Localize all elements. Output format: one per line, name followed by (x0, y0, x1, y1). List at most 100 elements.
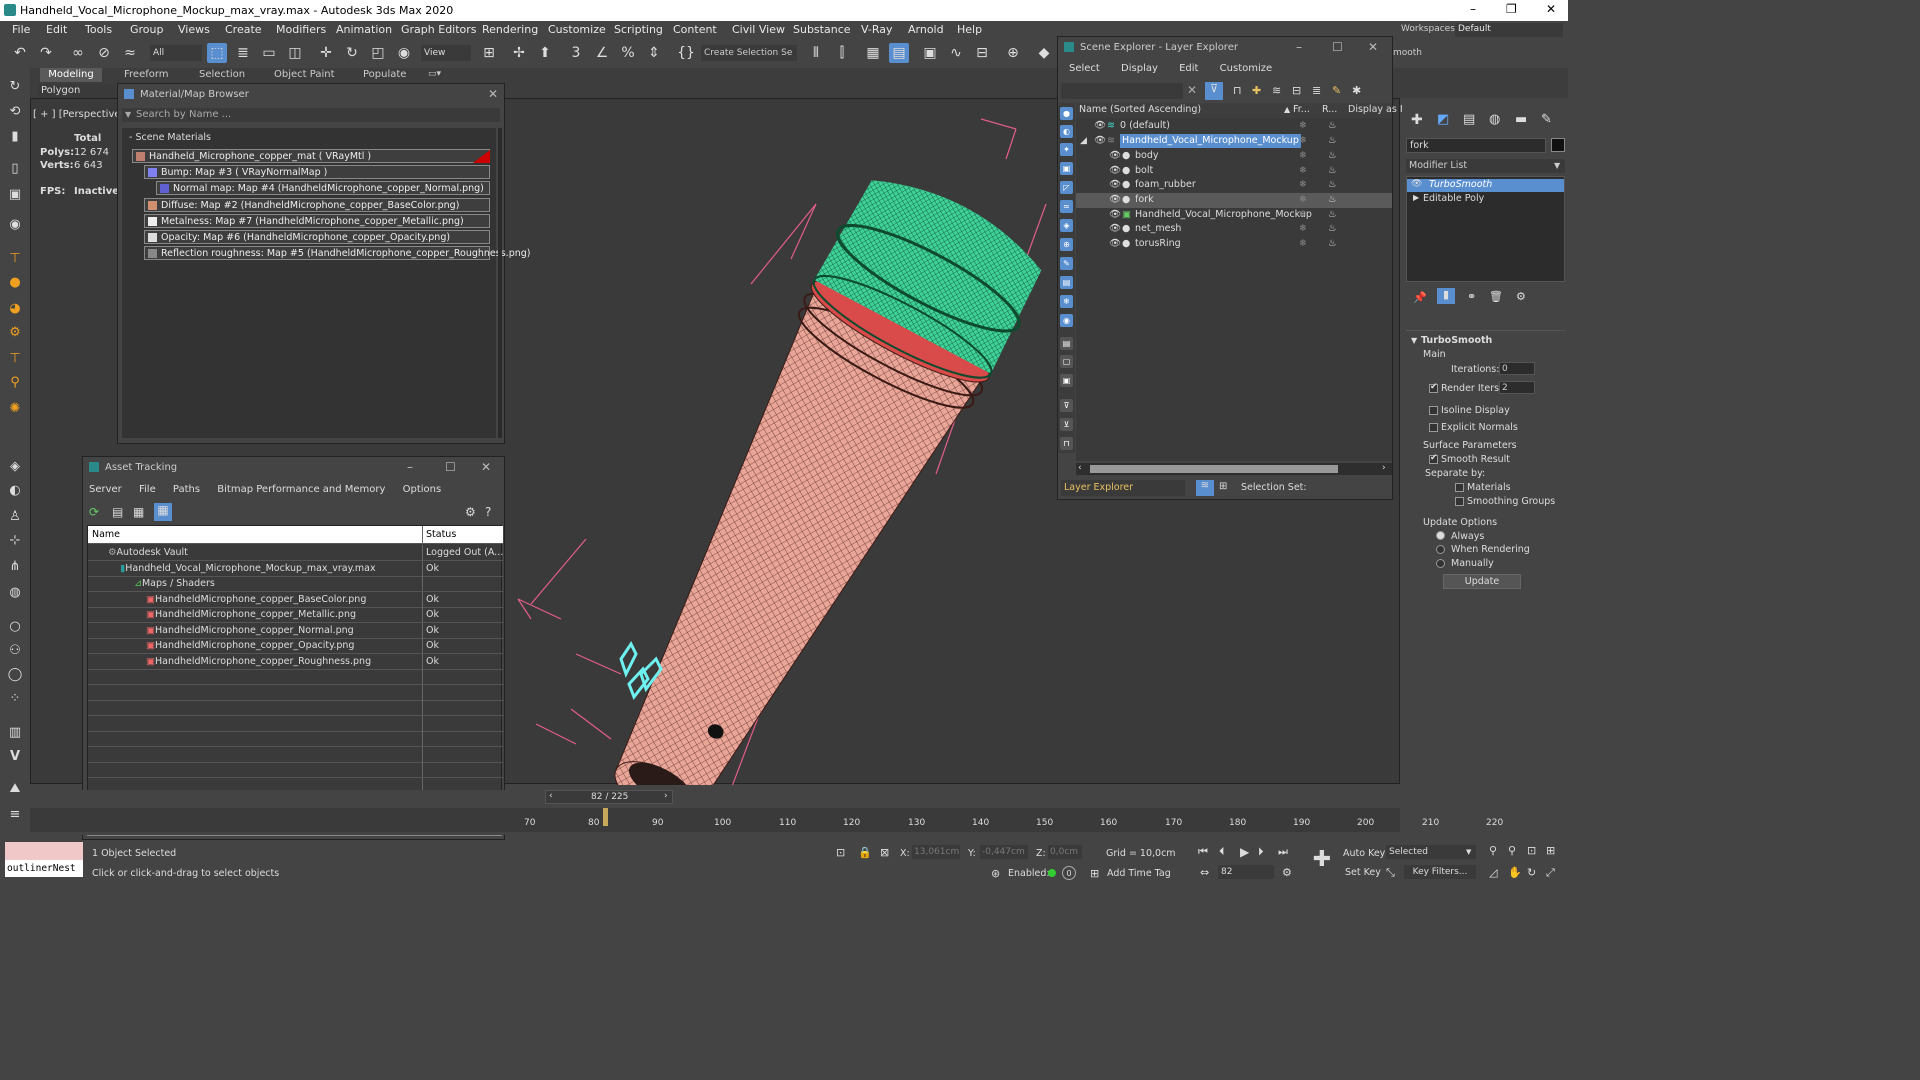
menu-customize[interactable]: Customize (548, 23, 606, 36)
maximize-button[interactable]: ❐ (1506, 2, 1517, 16)
menu-help[interactable]: Help (957, 23, 982, 36)
object-name-field[interactable]: fork (1406, 138, 1546, 153)
teapot-icon[interactable]: ◉ (6, 216, 24, 234)
spinner-snap-icon[interactable]: ⇕ (644, 43, 664, 63)
help-icon[interactable]: ? (485, 505, 491, 519)
table-row[interactable]: ▣ HandheldMicrophone_copper_Metallic.png… (88, 607, 503, 623)
col-display-header[interactable]: Display as I (1348, 103, 1403, 117)
asset-menu-server[interactable]: Server (89, 484, 122, 495)
link-icon[interactable]: ∞ (68, 43, 88, 63)
material-browser-close-icon[interactable]: ✕ (488, 84, 498, 105)
always-radio[interactable] (1436, 531, 1445, 540)
table-row[interactable]: ▣ HandheldMicrophone_copper_Opacity.png … (88, 638, 503, 654)
spray-icon[interactable]: ◍ (6, 584, 24, 602)
pivot-center-icon[interactable]: ⊞ (479, 43, 499, 63)
orbit-icon[interactable]: ↻ (6, 78, 24, 96)
zoom-icon[interactable]: ⚲ (1489, 844, 1497, 857)
frozen-icon[interactable]: ❄ (1299, 164, 1307, 178)
filter-icon[interactable]: ⊽ (1205, 82, 1223, 100)
hidden-filter-icon[interactable]: ◉ (1060, 314, 1073, 327)
asset-menu-file[interactable]: File (139, 484, 156, 495)
edit-named-sel-icon[interactable]: {} (676, 43, 696, 63)
key-filters-icon[interactable]: ⤡ (1386, 866, 1395, 880)
menu-civil-view[interactable]: Civil View (732, 23, 785, 36)
modify-tab-icon[interactable]: ◩ (1437, 112, 1449, 127)
render-teapot-icon[interactable]: ♨ (1328, 193, 1337, 207)
smoothing-groups-checkbox[interactable] (1455, 497, 1464, 506)
layer-highlight-icon[interactable]: ✎ (1332, 84, 1341, 97)
stack-item-turbosmooth[interactable]: 👁 TurboSmooth (1407, 179, 1564, 192)
eye-icon[interactable]: 👁 (1109, 222, 1121, 236)
eye-icon[interactable]: 👁 (1411, 179, 1422, 189)
cameras-filter-icon[interactable]: ▣ (1060, 162, 1073, 175)
layer-move-icon[interactable]: ⊟ (1292, 84, 1301, 97)
move-icon[interactable]: ✛ (316, 43, 336, 63)
menu-scripting[interactable]: Scripting (614, 23, 663, 36)
menu-content[interactable]: Content (673, 23, 717, 36)
percent-snap-icon[interactable]: % (618, 43, 638, 63)
zoom-extents-all-icon[interactable]: ⊞ (1546, 844, 1555, 857)
enabled-indicator[interactable] (1048, 869, 1056, 877)
menu-views[interactable]: Views (178, 23, 210, 36)
xrefs-filter-icon[interactable]: ⊕ (1060, 238, 1073, 251)
table-row[interactable]: ⚙ Autodesk Vault Logged Out (A... (88, 545, 503, 561)
eye-icon[interactable]: 👁 (1109, 237, 1121, 251)
select-object-icon[interactable]: ⬚ (207, 43, 227, 63)
col-name-header[interactable]: Name (Sorted Ascending) (1079, 103, 1201, 117)
refresh-icon[interactable]: ⟳ (89, 505, 99, 519)
lock-icon[interactable]: ⊓ (1233, 84, 1242, 97)
render-icon[interactable]: ▣ (6, 186, 24, 204)
object-row-net-mesh[interactable]: 👁 ● net_mesh ❄ ♨ (1076, 222, 1392, 237)
layer-stack-icon[interactable]: ≣ (1312, 84, 1321, 97)
object-row-fork[interactable]: 👁 ● fork ❄ ♨ (1076, 193, 1392, 208)
funnel2-icon[interactable]: ⊻ (1060, 418, 1073, 431)
menu-file[interactable]: File (12, 23, 30, 36)
layer-row-default[interactable]: 👁 ≋ 0 (default) ❄ ♨ (1076, 119, 1392, 134)
ribbon-toggle-icon[interactable]: ▣ (920, 43, 940, 63)
menu-edit[interactable]: Edit (46, 23, 67, 36)
angle-snap-icon[interactable]: ∠ (592, 43, 612, 63)
undo-icon[interactable]: ↶ (10, 43, 30, 63)
object-row-body[interactable]: 👁 ● body ❄ ♨ (1076, 149, 1392, 164)
material-item-metalness[interactable]: Metalness: Map #7 (HandheldMicrophone_co… (144, 214, 490, 228)
sphere2-icon[interactable]: ◕ (6, 300, 24, 318)
close-button[interactable]: ✕ (1546, 2, 1556, 16)
frozen-icon[interactable]: ❄ (1299, 222, 1307, 236)
figure-icon[interactable]: ♙ (6, 508, 24, 526)
ribbon-tab-selection[interactable]: Selection (199, 69, 245, 80)
iterations-spinner[interactable]: 0 (1499, 362, 1535, 375)
mirror-icon[interactable]: ⫴ (806, 43, 826, 63)
eye-icon[interactable]: 👁 (1109, 149, 1121, 163)
mountain-icon[interactable]: ⛰ (6, 780, 24, 798)
frozen-icon[interactable]: ❄ (1299, 119, 1307, 133)
toggle-scene-explorer-icon[interactable]: ▦ (863, 43, 883, 63)
asset-menu-options[interactable]: Options (403, 484, 442, 495)
rollout-title[interactable]: TurboSmooth (1421, 335, 1492, 346)
table-row[interactable]: ▣ HandheldMicrophone_copper_Normal.png O… (88, 623, 503, 639)
fov-icon[interactable]: ◿ (1489, 866, 1497, 879)
scroll-left-icon[interactable]: ‹ (1078, 463, 1082, 473)
layer-row-mockup[interactable]: ◢ 👁 ≋ Handheld_Vocal_Microphone_Mockup ❄… (1076, 134, 1392, 149)
ribbon-tab-populate[interactable]: Populate (363, 69, 406, 80)
object-row-foam-rubber[interactable]: 👁 ● foam_rubber ❄ ♨ (1076, 178, 1392, 193)
goto-start-icon[interactable]: ⏮ (1198, 845, 1208, 859)
when-rendering-radio[interactable] (1436, 545, 1445, 554)
expand-arrow-icon[interactable]: ▶ (1413, 193, 1419, 202)
eye-icon[interactable]: 👁 (1094, 134, 1106, 148)
col-frozen-header[interactable]: Fr... (1293, 103, 1310, 117)
render-teapot-icon[interactable]: ♨ (1328, 164, 1337, 178)
layer-misc-icon[interactable]: ✱ (1352, 84, 1361, 97)
frozen-filter-icon[interactable]: ❄ (1060, 295, 1073, 308)
isoline-checkbox[interactable] (1429, 406, 1438, 415)
frozen-icon[interactable]: ❄ (1299, 237, 1307, 251)
scene-tree-hscrollbar[interactable]: ‹ › (1076, 463, 1392, 475)
place-icon[interactable]: ◉ (394, 43, 414, 63)
bones-filter-icon[interactable]: ✎ (1060, 257, 1073, 270)
time-slider[interactable]: ‹ 82 / 225 › (545, 790, 673, 804)
add-time-tag-label[interactable]: Add Time Tag (1107, 868, 1171, 879)
spacewarps-filter-icon[interactable]: ≈ (1060, 200, 1073, 213)
lock-selection-icon[interactable]: 🔒 (858, 846, 872, 859)
eye-icon[interactable]: 👁 (1109, 193, 1121, 207)
frozen-icon[interactable]: ❄ (1299, 134, 1307, 148)
curve-editor-icon[interactable]: ∿ (946, 43, 966, 63)
